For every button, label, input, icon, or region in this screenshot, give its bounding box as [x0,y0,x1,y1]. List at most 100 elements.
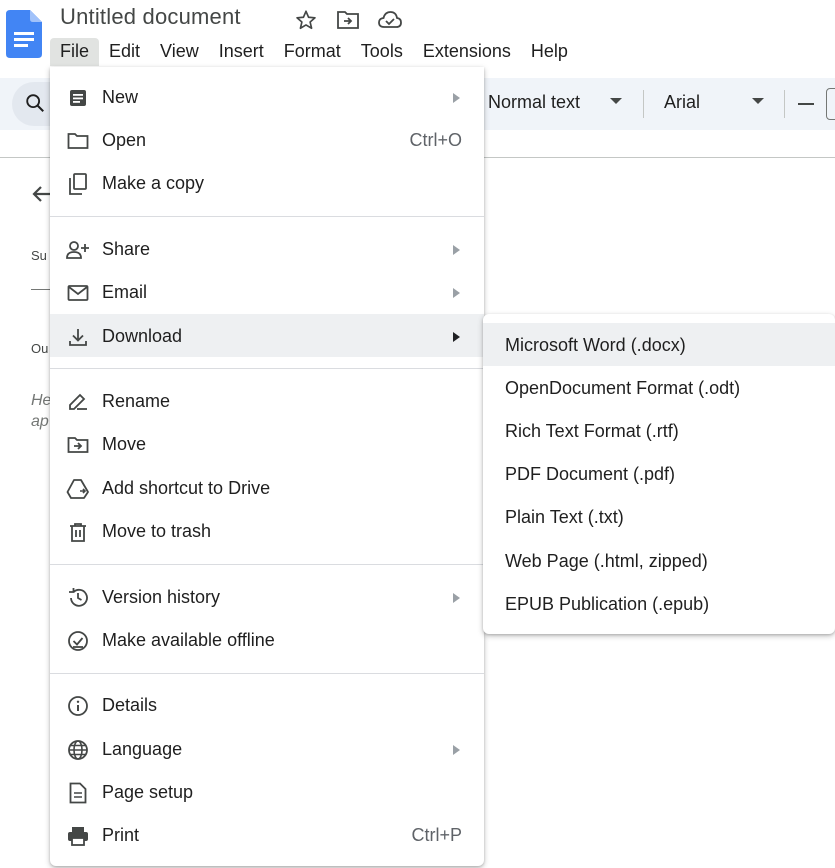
menu-item-label: Make a copy [102,173,205,193]
document-title[interactable]: Untitled document [60,4,241,30]
menu-item-label: New [102,87,139,107]
toolbar-divider [643,90,644,118]
search-icon [26,94,44,112]
download-epub[interactable]: EPUB Publication (.epub) [483,582,835,625]
menu-file[interactable]: File [50,38,100,66]
menu-extensions[interactable]: Extensions [413,38,521,66]
menu-item-label: Page setup [102,782,194,802]
menu-item-label: Move to trash [102,521,212,541]
menu-item-move-to-trash[interactable]: Move to trash [50,509,484,552]
outline-hint-line: He [31,392,52,409]
menu-item-label: Share [102,239,151,259]
decrease-font-size-button[interactable] [798,103,814,105]
menu-item-print[interactable]: Print Ctrl+P [50,813,484,856]
menu-item-label: Move [102,434,147,454]
submenu-arrow-icon [453,288,460,298]
submenu-item-label: Plain Text (.txt) [505,507,624,527]
download-html[interactable]: Web Page (.html, zipped) [483,539,835,582]
star-icon[interactable] [292,8,320,32]
folder-icon [66,129,90,153]
menu-separator [50,673,484,674]
chevron-down-icon [610,98,622,104]
submenu-arrow-icon [453,745,460,755]
download-rtf[interactable]: Rich Text Format (.rtf) [483,409,835,452]
menu-item-make-copy[interactable]: Make a copy [50,161,484,204]
menu-separator [50,216,484,217]
menu-item-label: Email [102,282,148,302]
menu-item-rename[interactable]: Rename [50,379,484,422]
menu-item-add-shortcut[interactable]: Add shortcut to Drive [50,466,484,509]
menu-item-share[interactable]: Share [50,227,484,270]
chevron-down-icon [752,98,764,104]
outline-divider [31,289,51,290]
menu-item-label: Rename [102,391,171,411]
font-family-select[interactable]: Arial [664,92,700,113]
menu-view[interactable]: View [150,38,209,66]
menu-item-label: Details [102,695,158,715]
menu-item-make-offline[interactable]: Make available offline [50,618,484,661]
menu-item-label: Add shortcut to Drive [102,478,271,498]
history-icon [66,586,90,610]
menu-item-email[interactable]: Email [50,270,484,313]
cloud-status-icon[interactable] [376,8,404,32]
menu-item-label: Make available offline [102,630,275,650]
file-menu: New Open Ctrl+O Make a copy Share Email [50,67,484,866]
shortcut-text: Ctrl+O [409,130,462,150]
submenu-arrow-icon [453,593,460,603]
page-icon [66,781,90,805]
menu-item-label: Open [102,130,147,150]
docs-logo-icon[interactable] [6,10,42,58]
submenu-arrow-icon [453,332,460,342]
copy-icon [66,172,90,196]
rename-icon [66,390,90,414]
submenu-item-label: Microsoft Word (.docx) [505,335,686,355]
menu-tools[interactable]: Tools [351,38,413,66]
menu-item-label: Language [102,739,183,759]
submenu-item-label: OpenDocument Format (.odt) [505,378,741,398]
font-size-input[interactable] [826,88,835,120]
globe-icon [66,738,90,762]
offline-icon [66,629,90,653]
download-txt[interactable]: Plain Text (.txt) [483,495,835,538]
menu-item-details[interactable]: Details [50,683,484,726]
menu-item-open[interactable]: Open Ctrl+O [50,118,484,161]
doc-icon [66,86,90,110]
mail-icon [66,281,90,305]
menu-item-label: Version history [102,587,221,607]
menu-item-download[interactable]: Download [50,314,484,357]
submenu-item-label: PDF Document (.pdf) [505,464,676,484]
menu-insert[interactable]: Insert [209,38,274,66]
move-folder-icon [66,433,90,457]
download-docx[interactable]: Microsoft Word (.docx) [483,323,835,366]
menu-edit[interactable]: Edit [99,38,150,66]
download-submenu: Microsoft Word (.docx) OpenDocument Form… [483,314,835,634]
menu-item-language[interactable]: Language [50,727,484,770]
menu-format[interactable]: Format [274,38,351,66]
print-icon [66,824,90,848]
menu-item-page-setup[interactable]: Page setup [50,770,484,813]
menu-item-label: Print [102,825,140,845]
submenu-item-label: Web Page (.html, zipped) [505,551,708,571]
submenu-arrow-icon [453,93,460,103]
menu-item-move[interactable]: Move [50,422,484,465]
download-pdf[interactable]: PDF Document (.pdf) [483,452,835,495]
menu-item-version-history[interactable]: Version history [50,575,484,618]
summary-heading: Su [31,248,47,263]
menu-item-new[interactable]: New [50,75,484,118]
menu-separator [50,368,484,369]
toolbar-divider [784,90,785,118]
menu-help[interactable]: Help [521,38,578,66]
move-folder-icon[interactable] [334,8,362,32]
outline-hint-line: ap [31,413,49,430]
submenu-item-label: EPUB Publication (.epub) [505,594,710,614]
shortcut-text: Ctrl+P [411,825,462,845]
trash-icon [66,520,90,544]
download-icon [66,325,90,349]
menu-item-label: Download [102,326,183,346]
paragraph-style-select[interactable]: Normal text [488,92,580,113]
submenu-arrow-icon [453,245,460,255]
submenu-item-label: Rich Text Format (.rtf) [505,421,679,441]
drive-shortcut-icon [66,477,90,501]
download-odt[interactable]: OpenDocument Format (.odt) [483,366,835,409]
outline-heading: Ou [31,341,49,356]
